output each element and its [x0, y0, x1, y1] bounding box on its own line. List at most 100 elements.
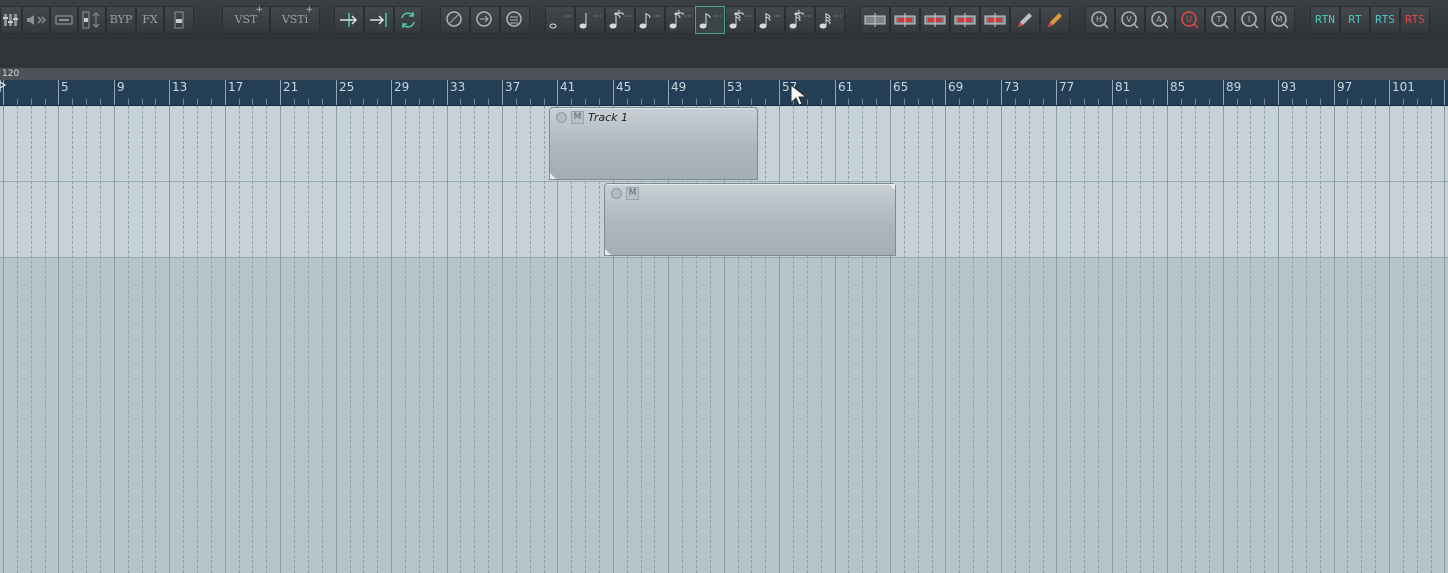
clip-power-icon[interactable] [556, 111, 567, 123]
timeline-ruler[interactable]: 5 9 13 17 21 25 29 33 37 41 45 49 53 57 61 65 69 73 77 81 85… [0, 80, 1448, 106]
half-triplet-button[interactable]: 3 [605, 5, 635, 34]
toolbar-group-transport [334, 5, 422, 34]
ruler-major-tick [1112, 80, 1113, 105]
audio-io-button[interactable] [22, 5, 50, 34]
ruler-minor-tick [641, 99, 642, 105]
track-height-button[interactable] [78, 5, 106, 34]
clip-handle-icon[interactable] [889, 184, 895, 190]
ruler-minor-tick [516, 99, 517, 105]
view-i-button[interactable]: I [1235, 5, 1265, 34]
arrangement-area[interactable]: M Track 1 M [0, 106, 1448, 573]
clip-mute-button[interactable]: M [626, 186, 639, 200]
mixer-button[interactable] [0, 5, 22, 34]
split-red-1-button[interactable] [890, 5, 920, 34]
ruler-minor-tick [544, 99, 545, 105]
view-t-button[interactable]: T [1205, 5, 1235, 34]
view-letter: H [1096, 15, 1102, 24]
ruler-minor-tick [322, 99, 323, 105]
loop-button[interactable] [394, 5, 422, 34]
ruler-major-tick [724, 80, 725, 105]
zoom-button[interactable] [440, 5, 470, 34]
ruler-minor-tick [765, 99, 766, 105]
ruler-major-tick [114, 80, 115, 105]
thirtysecond-note-button[interactable] [815, 5, 845, 34]
pencil-button[interactable] [1010, 5, 1040, 34]
eighth-triplet-button[interactable]: 3 [725, 5, 755, 34]
fader-resize-icon [82, 11, 100, 28]
fx-button[interactable]: FX [136, 5, 164, 34]
rts-red-button[interactable]: RTS [1400, 5, 1430, 34]
bypass-label: BYP [109, 13, 133, 26]
zoom-all-button[interactable] [500, 5, 530, 34]
ruler-minor-tick [1015, 99, 1016, 105]
view-h-button[interactable]: H [1085, 5, 1115, 34]
fader-icon [174, 11, 184, 28]
ruler-minor-tick [862, 99, 863, 105]
vst-plus: + [255, 4, 263, 15]
view-u-button[interactable]: U [1175, 5, 1205, 34]
rtn-button[interactable]: RTN [1310, 5, 1340, 34]
zoom-grid-icon [506, 10, 522, 27]
toolbar-group-track: BYP FX [0, 5, 194, 34]
toolbar-group-edit [860, 5, 1070, 34]
eighth-note-button[interactable] [695, 5, 725, 34]
ruler-bar-number: 85 [1170, 80, 1186, 94]
ruler-minor-tick [627, 99, 628, 105]
ruler-minor-tick [696, 99, 697, 105]
ruler-bar-number: 65 [893, 80, 909, 94]
zoom-to-position-button[interactable] [470, 5, 500, 34]
split-red-4-icon [984, 12, 1006, 27]
whole-note-button[interactable] [545, 5, 575, 34]
input-button[interactable] [50, 5, 78, 34]
ruler-minor-tick [433, 99, 434, 105]
quarter-note-button[interactable] [635, 5, 665, 34]
thirtysecond-note-icon [819, 12, 842, 28]
view-v-button[interactable]: V [1115, 5, 1145, 34]
ruler-minor-tick [710, 99, 711, 105]
clip[interactable]: M Track 1 [549, 107, 758, 180]
rts-red-label: RTS [1405, 13, 1425, 26]
ruler-minor-tick [682, 99, 683, 105]
insert-position-button[interactable] [334, 5, 364, 34]
tempo-track[interactable] [0, 68, 1448, 80]
quarter-triplet-button[interactable]: 3 [665, 5, 695, 34]
sixteenth-note-button[interactable] [755, 5, 785, 34]
sixteenth-triplet-button[interactable]: 3 [785, 5, 815, 34]
rts-cyan-button[interactable]: RTS [1370, 5, 1400, 34]
ruler-major-tick [169, 80, 170, 105]
svg-text:3: 3 [737, 10, 740, 16]
split-red-3-button[interactable] [950, 5, 980, 34]
half-note-button[interactable] [575, 5, 605, 34]
clip-handle-icon[interactable] [550, 173, 556, 179]
view-m-button[interactable]: M [1265, 5, 1295, 34]
bypass-button[interactable]: BYP [106, 5, 136, 34]
clip-name: Track 1 [588, 110, 629, 124]
half-note-icon [579, 12, 602, 28]
ruler-major-tick [1056, 80, 1057, 105]
ruler-major-tick [613, 80, 614, 105]
ruler-minor-tick [1264, 99, 1265, 105]
vst-button[interactable]: VST + [222, 4, 270, 34]
view-a-button[interactable]: A [1145, 5, 1175, 34]
clip-mute-button[interactable]: M [571, 110, 584, 124]
ruler-major-tick [225, 80, 226, 105]
ruler-minor-tick [100, 99, 101, 105]
move-to-end-button[interactable] [364, 5, 394, 34]
svg-text:3: 3 [677, 10, 680, 16]
clip-power-icon[interactable] [611, 187, 622, 199]
clip-handle-icon[interactable] [605, 249, 611, 255]
speaker-icon [27, 14, 46, 25]
song-start-marker-icon[interactable] [0, 80, 6, 92]
vsti-button[interactable]: VSTi + [270, 5, 320, 34]
split-red-4-button[interactable] [980, 5, 1010, 34]
view-m-icon: M [1271, 10, 1289, 29]
split-block-button[interactable] [860, 5, 890, 34]
clip[interactable]: M [604, 183, 896, 256]
ruler-minor-tick [1098, 99, 1099, 105]
mixer-icon [3, 13, 18, 26]
eraser-pencil-button[interactable] [1040, 5, 1070, 34]
fader-button[interactable] [164, 5, 194, 34]
split-red-2-button[interactable] [920, 5, 950, 34]
ruler-minor-tick [308, 99, 309, 105]
rt-button[interactable]: RT [1340, 5, 1370, 34]
